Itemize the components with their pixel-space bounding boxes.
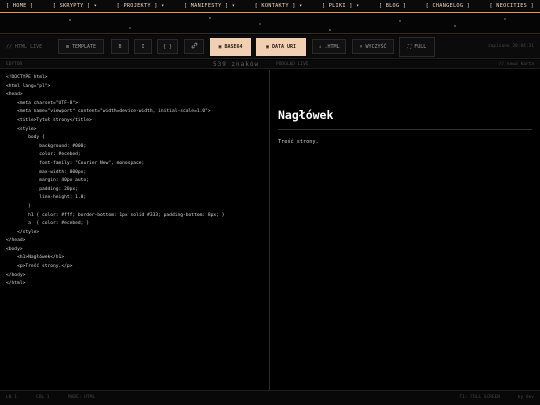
nav-projekty[interactable]: [ PROJEKTY ] ▾ — [117, 3, 165, 9]
italic-label: I — [141, 43, 145, 50]
data-uri-button[interactable]: ▣ DATA URI — [256, 38, 306, 56]
clear-label: WYCZYŚĆ — [365, 43, 387, 50]
italic-button[interactable]: I — [134, 39, 152, 54]
status-strip: EDYTOR 539 znaków PODGLĄD LIVE // nowa k… — [0, 60, 540, 69]
nav-manifesty[interactable]: [ MANIFESTY ] ▾ — [184, 3, 235, 9]
char-count: 539 znaków — [213, 61, 260, 68]
top-nav: [ HOME ] [ SKRYPTY ] ▾ [ PROJEKTY ] ▾ [ … — [0, 0, 540, 13]
download-icon: ↓ — [318, 43, 322, 50]
editor-label: EDYTOR — [6, 62, 23, 67]
data-uri-icon: ▣ — [265, 44, 269, 50]
clear-icon: × — [359, 43, 363, 50]
clear-button[interactable]: × WYCZYŚĆ — [352, 39, 394, 54]
nav-neocities[interactable]: [ NEOCITIES ] — [489, 3, 534, 9]
base64-label: BASE64 — [224, 44, 243, 50]
link-button[interactable] — [184, 39, 204, 54]
status-bar: LN 1 COL 1 MODE: HTML F1: FULL SCREEN by… — [0, 390, 540, 405]
preview-label: PODGLĄD LIVE — [276, 62, 309, 67]
line-indicator: LN 1 — [6, 395, 17, 400]
starfield-banner — [0, 14, 540, 34]
preview-heading: Nagłówek — [278, 108, 532, 130]
download-html-button[interactable]: ↓ .HTML — [312, 39, 346, 54]
live-preview: Nagłówek Treść strony. — [270, 70, 540, 390]
fullscreen-button[interactable]: ⛶ FULL — [399, 37, 435, 57]
template-icon: ⊞ — [65, 43, 69, 50]
nav-skrypty[interactable]: [ SKRYPTY ] ▾ — [53, 3, 98, 9]
data-uri-label: DATA URI — [271, 44, 297, 50]
expand-icon: ⛶ — [407, 44, 412, 50]
saved-status: zapisano 20:04:31 — [487, 44, 534, 49]
nav-home[interactable]: [ HOME ] — [6, 3, 33, 9]
nav-blog[interactable]: [ BLOG ] — [379, 3, 406, 9]
editor-toolbar: // HTML LIVE ⊞ TEMPLATE B I { } ▣ BASE64… — [0, 35, 540, 59]
code-label: { } — [162, 43, 173, 50]
column-indicator: COL 1 — [36, 395, 50, 400]
link-icon — [191, 42, 198, 51]
template-label: TEMPLATE — [71, 43, 97, 50]
nav-kontakty[interactable]: [ KONTAKTY ] ▾ — [255, 3, 303, 9]
base64-button[interactable]: ▣ BASE64 — [210, 38, 251, 56]
author-label: by dev — [517, 395, 534, 400]
preview-paragraph: Treść strony. — [278, 139, 319, 145]
nav-changelog[interactable]: [ CHANGELOG ] — [426, 3, 471, 9]
html-label: .HTML — [324, 43, 340, 50]
new-tab-link[interactable]: // nowa karta — [499, 62, 534, 67]
code-button[interactable]: { } — [157, 39, 178, 54]
live-label: // HTML LIVE — [6, 44, 43, 50]
base64-icon: ▣ — [218, 44, 222, 50]
shortcut-hint: F1: FULL SCREEN — [459, 395, 500, 400]
bold-label: B — [118, 43, 122, 50]
nav-pliki[interactable]: [ PLIKI ] ▾ — [322, 3, 360, 9]
bold-button[interactable]: B — [111, 39, 129, 54]
full-label: FULL — [414, 44, 427, 50]
template-button[interactable]: ⊞ TEMPLATE — [58, 39, 104, 54]
code-editor[interactable]: <!DOCTYPE html> <html lang="pl"> <head> … — [0, 70, 269, 390]
mode-indicator: MODE: HTML — [68, 395, 96, 400]
